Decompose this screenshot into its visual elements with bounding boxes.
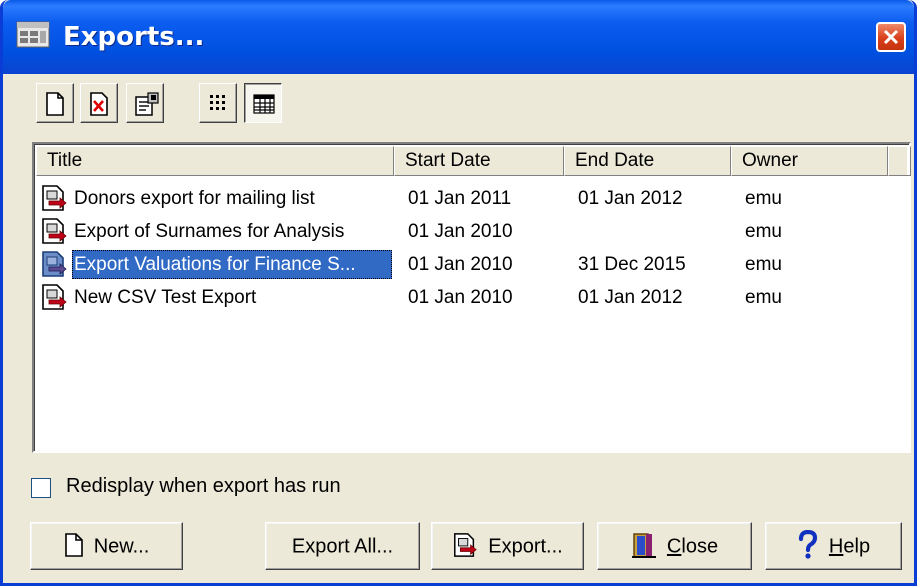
row-title: Export Valuations for Finance S... bbox=[72, 250, 392, 279]
close-button-mnemonic: C bbox=[666, 535, 682, 558]
redisplay-checkbox[interactable] bbox=[31, 478, 51, 498]
row-end-date: 01 Jan 2012 bbox=[578, 287, 683, 308]
export-document-icon bbox=[42, 284, 67, 310]
export-all-button-label: Export All... bbox=[291, 535, 394, 558]
row-title: Donors export for mailing list bbox=[74, 188, 315, 209]
properties-icon bbox=[135, 92, 159, 116]
export-document-icon bbox=[454, 532, 477, 557]
column-header-start-date[interactable]: Start Date bbox=[394, 146, 564, 176]
column-header-end-date[interactable]: End Date bbox=[564, 146, 731, 176]
table-row-selected[interactable]: Export Valuations for Finance S... 01 Ja… bbox=[36, 248, 896, 281]
help-question-icon bbox=[798, 529, 818, 559]
new-document-icon bbox=[46, 92, 64, 116]
exports-list[interactable]: Title Start Date End Date Owner Donors e… bbox=[32, 142, 911, 453]
close-button[interactable]: Close bbox=[597, 522, 752, 570]
row-owner: emu bbox=[745, 287, 782, 308]
export-document-icon bbox=[42, 218, 67, 244]
table-row[interactable]: Export of Surnames for Analysis 01 Jan 2… bbox=[36, 215, 896, 248]
export-button-label: Export... bbox=[488, 535, 563, 558]
new-document-button[interactable] bbox=[36, 83, 74, 123]
column-header-owner[interactable]: Owner bbox=[731, 146, 888, 176]
row-title: Export of Surnames for Analysis bbox=[74, 221, 345, 242]
details-view-icon bbox=[253, 94, 275, 114]
export-document-icon bbox=[42, 185, 67, 211]
row-owner: emu bbox=[745, 221, 782, 242]
close-icon bbox=[883, 29, 899, 45]
column-header-title[interactable]: Title bbox=[36, 146, 394, 176]
window-title: Exports... bbox=[63, 22, 205, 52]
row-start-date: 01 Jan 2010 bbox=[408, 254, 513, 275]
title-bar[interactable]: Exports... bbox=[3, 0, 914, 74]
new-document-icon bbox=[64, 532, 83, 557]
row-owner: emu bbox=[745, 254, 782, 275]
details-view-button[interactable] bbox=[244, 83, 282, 123]
table-row[interactable]: Donors export for mailing list 01 Jan 20… bbox=[36, 182, 896, 215]
exports-window: Exports... Title Start Date End Date Own… bbox=[0, 0, 917, 586]
redisplay-label[interactable]: Redisplay when export has run bbox=[66, 475, 341, 498]
row-title: New CSV Test Export bbox=[74, 287, 257, 308]
delete-document-icon bbox=[90, 92, 108, 116]
exports-app-icon bbox=[16, 21, 50, 48]
delete-document-button[interactable] bbox=[80, 83, 118, 123]
export-all-button[interactable]: Export All... bbox=[265, 522, 420, 570]
door-exit-icon bbox=[631, 533, 656, 558]
properties-button[interactable] bbox=[126, 83, 164, 123]
column-header-filler bbox=[888, 146, 911, 176]
new-button[interactable]: New... bbox=[30, 522, 183, 570]
row-start-date: 01 Jan 2010 bbox=[408, 221, 513, 242]
row-start-date: 01 Jan 2011 bbox=[408, 188, 512, 209]
export-button[interactable]: Export... bbox=[431, 522, 584, 570]
close-window-button[interactable] bbox=[876, 22, 906, 52]
row-start-date: 01 Jan 2010 bbox=[408, 287, 513, 308]
table-row[interactable]: New CSV Test Export 01 Jan 2010 01 Jan 2… bbox=[36, 281, 896, 314]
icon-view-icon bbox=[210, 95, 225, 110]
help-button-mnemonic: H bbox=[828, 535, 844, 558]
help-button[interactable]: Help bbox=[765, 522, 902, 570]
icon-view-button[interactable] bbox=[199, 83, 237, 123]
row-end-date: 01 Jan 2012 bbox=[578, 188, 683, 209]
row-owner: emu bbox=[745, 188, 782, 209]
list-header: Title Start Date End Date Owner bbox=[36, 146, 911, 176]
help-button-label: elp bbox=[843, 535, 871, 558]
row-end-date: 31 Dec 2015 bbox=[578, 254, 686, 275]
close-button-label: lose bbox=[681, 535, 719, 558]
export-document-icon bbox=[42, 251, 67, 277]
new-button-label: New... bbox=[93, 535, 150, 558]
